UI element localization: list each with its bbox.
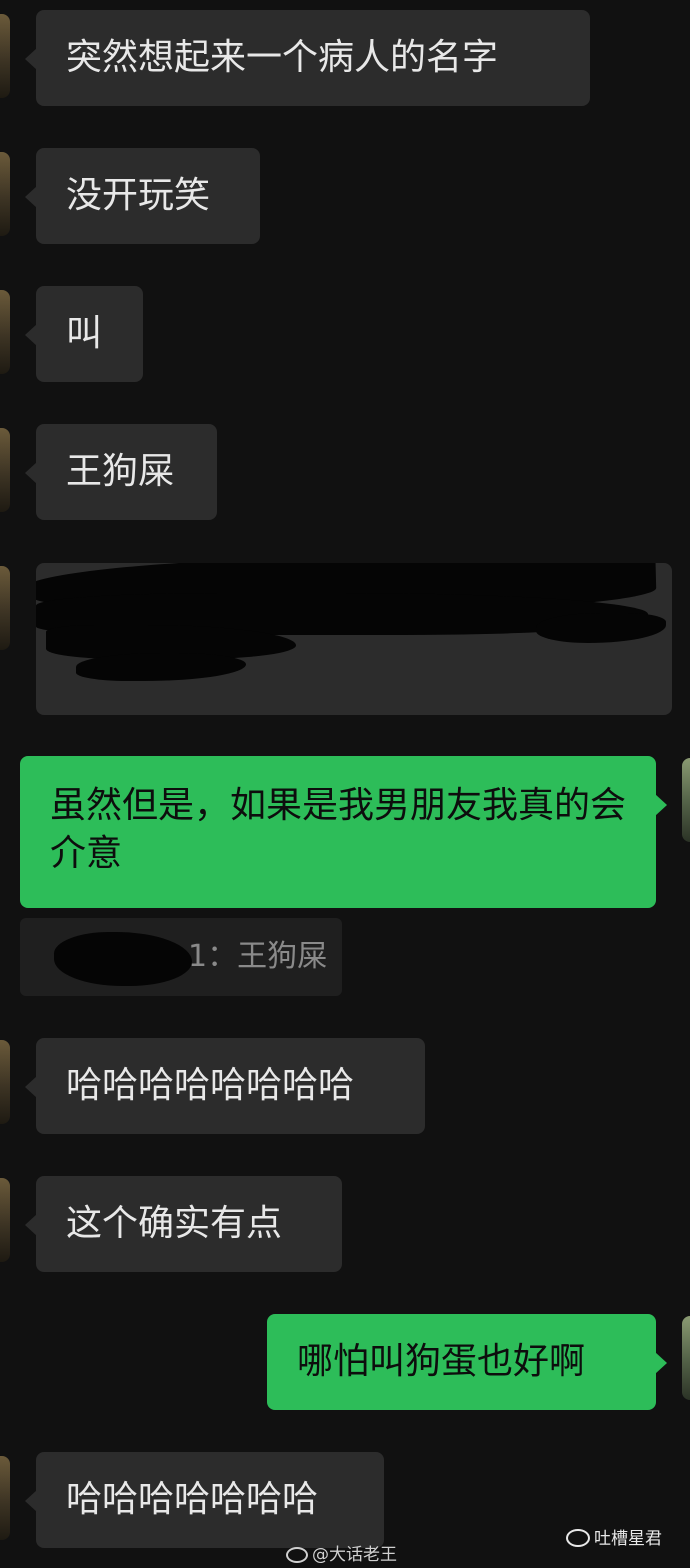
incoming-message[interactable]: 叫 [25, 286, 143, 382]
contact-avatar[interactable] [0, 1178, 10, 1262]
message-text: 虽然但是，如果是我男朋友我真的会介意 [50, 785, 627, 874]
contact-avatar[interactable] [0, 14, 10, 98]
redaction-scribble [54, 932, 192, 986]
message-text: 没开玩笑 [66, 175, 211, 216]
outgoing-message[interactable]: 哪怕叫狗蛋也好啊 [267, 1314, 667, 1410]
redacted-message[interactable] [36, 563, 672, 715]
weibo-watermark: @大话老王 [286, 1540, 397, 1565]
incoming-message[interactable]: 没开玩笑 [25, 148, 260, 244]
incoming-message[interactable]: 王狗屎 [25, 424, 217, 520]
wechat-icon [566, 1529, 590, 1547]
incoming-message[interactable]: 突然想起来一个病人的名字 [25, 10, 590, 106]
message-text: 哈哈哈哈哈哈哈哈 [66, 1065, 355, 1106]
weibo-icon [286, 1547, 308, 1563]
message-text: 王狗屎 [66, 451, 175, 492]
outgoing-message[interactable]: 虽然但是，如果是我男朋友我真的会介意 [20, 756, 667, 908]
chat-screen: 突然想起来一个病人的名字 没开玩笑 叫 王狗屎 虽然但是，如果是我男朋友我真的会… [0, 0, 690, 1568]
watermark-text: @大话老王 [312, 1545, 397, 1565]
contact-avatar[interactable] [0, 152, 10, 236]
contact-avatar[interactable] [0, 566, 10, 650]
self-avatar[interactable] [682, 758, 690, 842]
self-avatar[interactable] [682, 1316, 690, 1400]
redaction-scribble [536, 613, 666, 643]
message-text: 叫 [66, 313, 103, 354]
message-text: 这个确实有点 [66, 1203, 283, 1244]
redaction-scribble [76, 653, 246, 681]
brand-text: 吐槽星君 [594, 1529, 662, 1549]
contact-avatar[interactable] [0, 1456, 10, 1540]
contact-avatar[interactable] [0, 1040, 10, 1124]
message-text: 突然想起来一个病人的名字 [66, 37, 499, 78]
quoted-message[interactable]: 1：王狗屎 [20, 918, 342, 996]
message-text: 哪怕叫狗蛋也好啊 [297, 1341, 586, 1382]
incoming-message[interactable]: 哈哈哈哈哈哈哈哈 [25, 1038, 425, 1134]
quote-text: 1：王狗屎 [188, 939, 328, 974]
contact-avatar[interactable] [0, 428, 10, 512]
contact-avatar[interactable] [0, 290, 10, 374]
incoming-message[interactable]: 这个确实有点 [25, 1176, 342, 1272]
incoming-message[interactable]: 哈哈哈哈哈哈哈 [25, 1452, 384, 1548]
message-text: 哈哈哈哈哈哈哈 [66, 1479, 319, 1520]
brand-watermark: 吐槽星君 [566, 1524, 662, 1549]
